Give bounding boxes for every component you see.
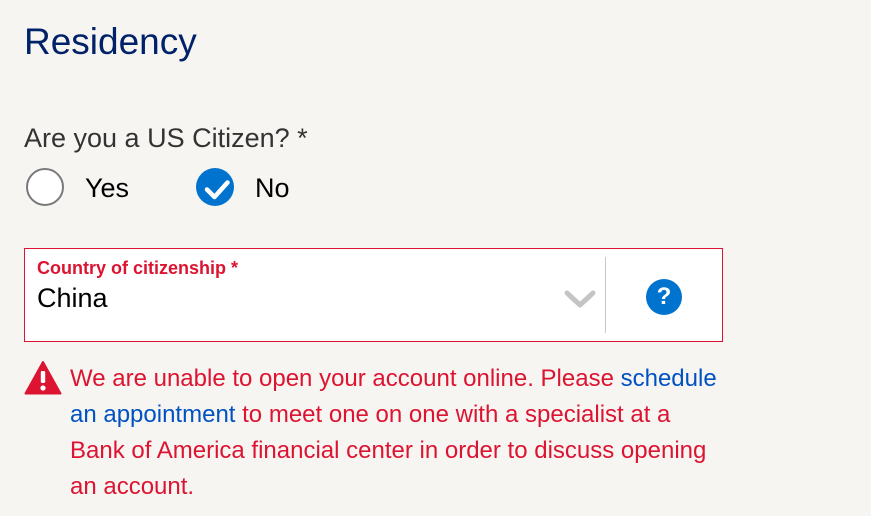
chevron-down-icon[interactable] <box>563 287 597 311</box>
radio-no[interactable]: No <box>194 166 334 210</box>
country-of-citizenship-select[interactable]: Country of citizenship * China ? <box>24 248 723 342</box>
radio-checked-icon[interactable] <box>196 168 234 206</box>
select-divider <box>605 257 606 333</box>
warning-triangle-icon <box>24 361 62 395</box>
country-of-citizenship-value[interactable]: China <box>37 281 108 315</box>
radio-yes-label[interactable]: Yes <box>85 168 129 208</box>
radio-no-label[interactable]: No <box>255 168 290 208</box>
error-message: We are unable to open your account onlin… <box>70 361 730 505</box>
radio-yes[interactable]: Yes <box>24 166 164 210</box>
section-title: Residency <box>24 21 197 62</box>
error-message-text-before: We are unable to open your account onlin… <box>70 365 621 392</box>
radio-unchecked-icon[interactable] <box>26 168 64 206</box>
checkmark-icon <box>204 180 230 200</box>
help-icon[interactable]: ? <box>646 279 682 315</box>
us-citizen-question: Are you a US Citizen? * <box>24 123 308 153</box>
country-of-citizenship-label: Country of citizenship * <box>37 258 239 278</box>
